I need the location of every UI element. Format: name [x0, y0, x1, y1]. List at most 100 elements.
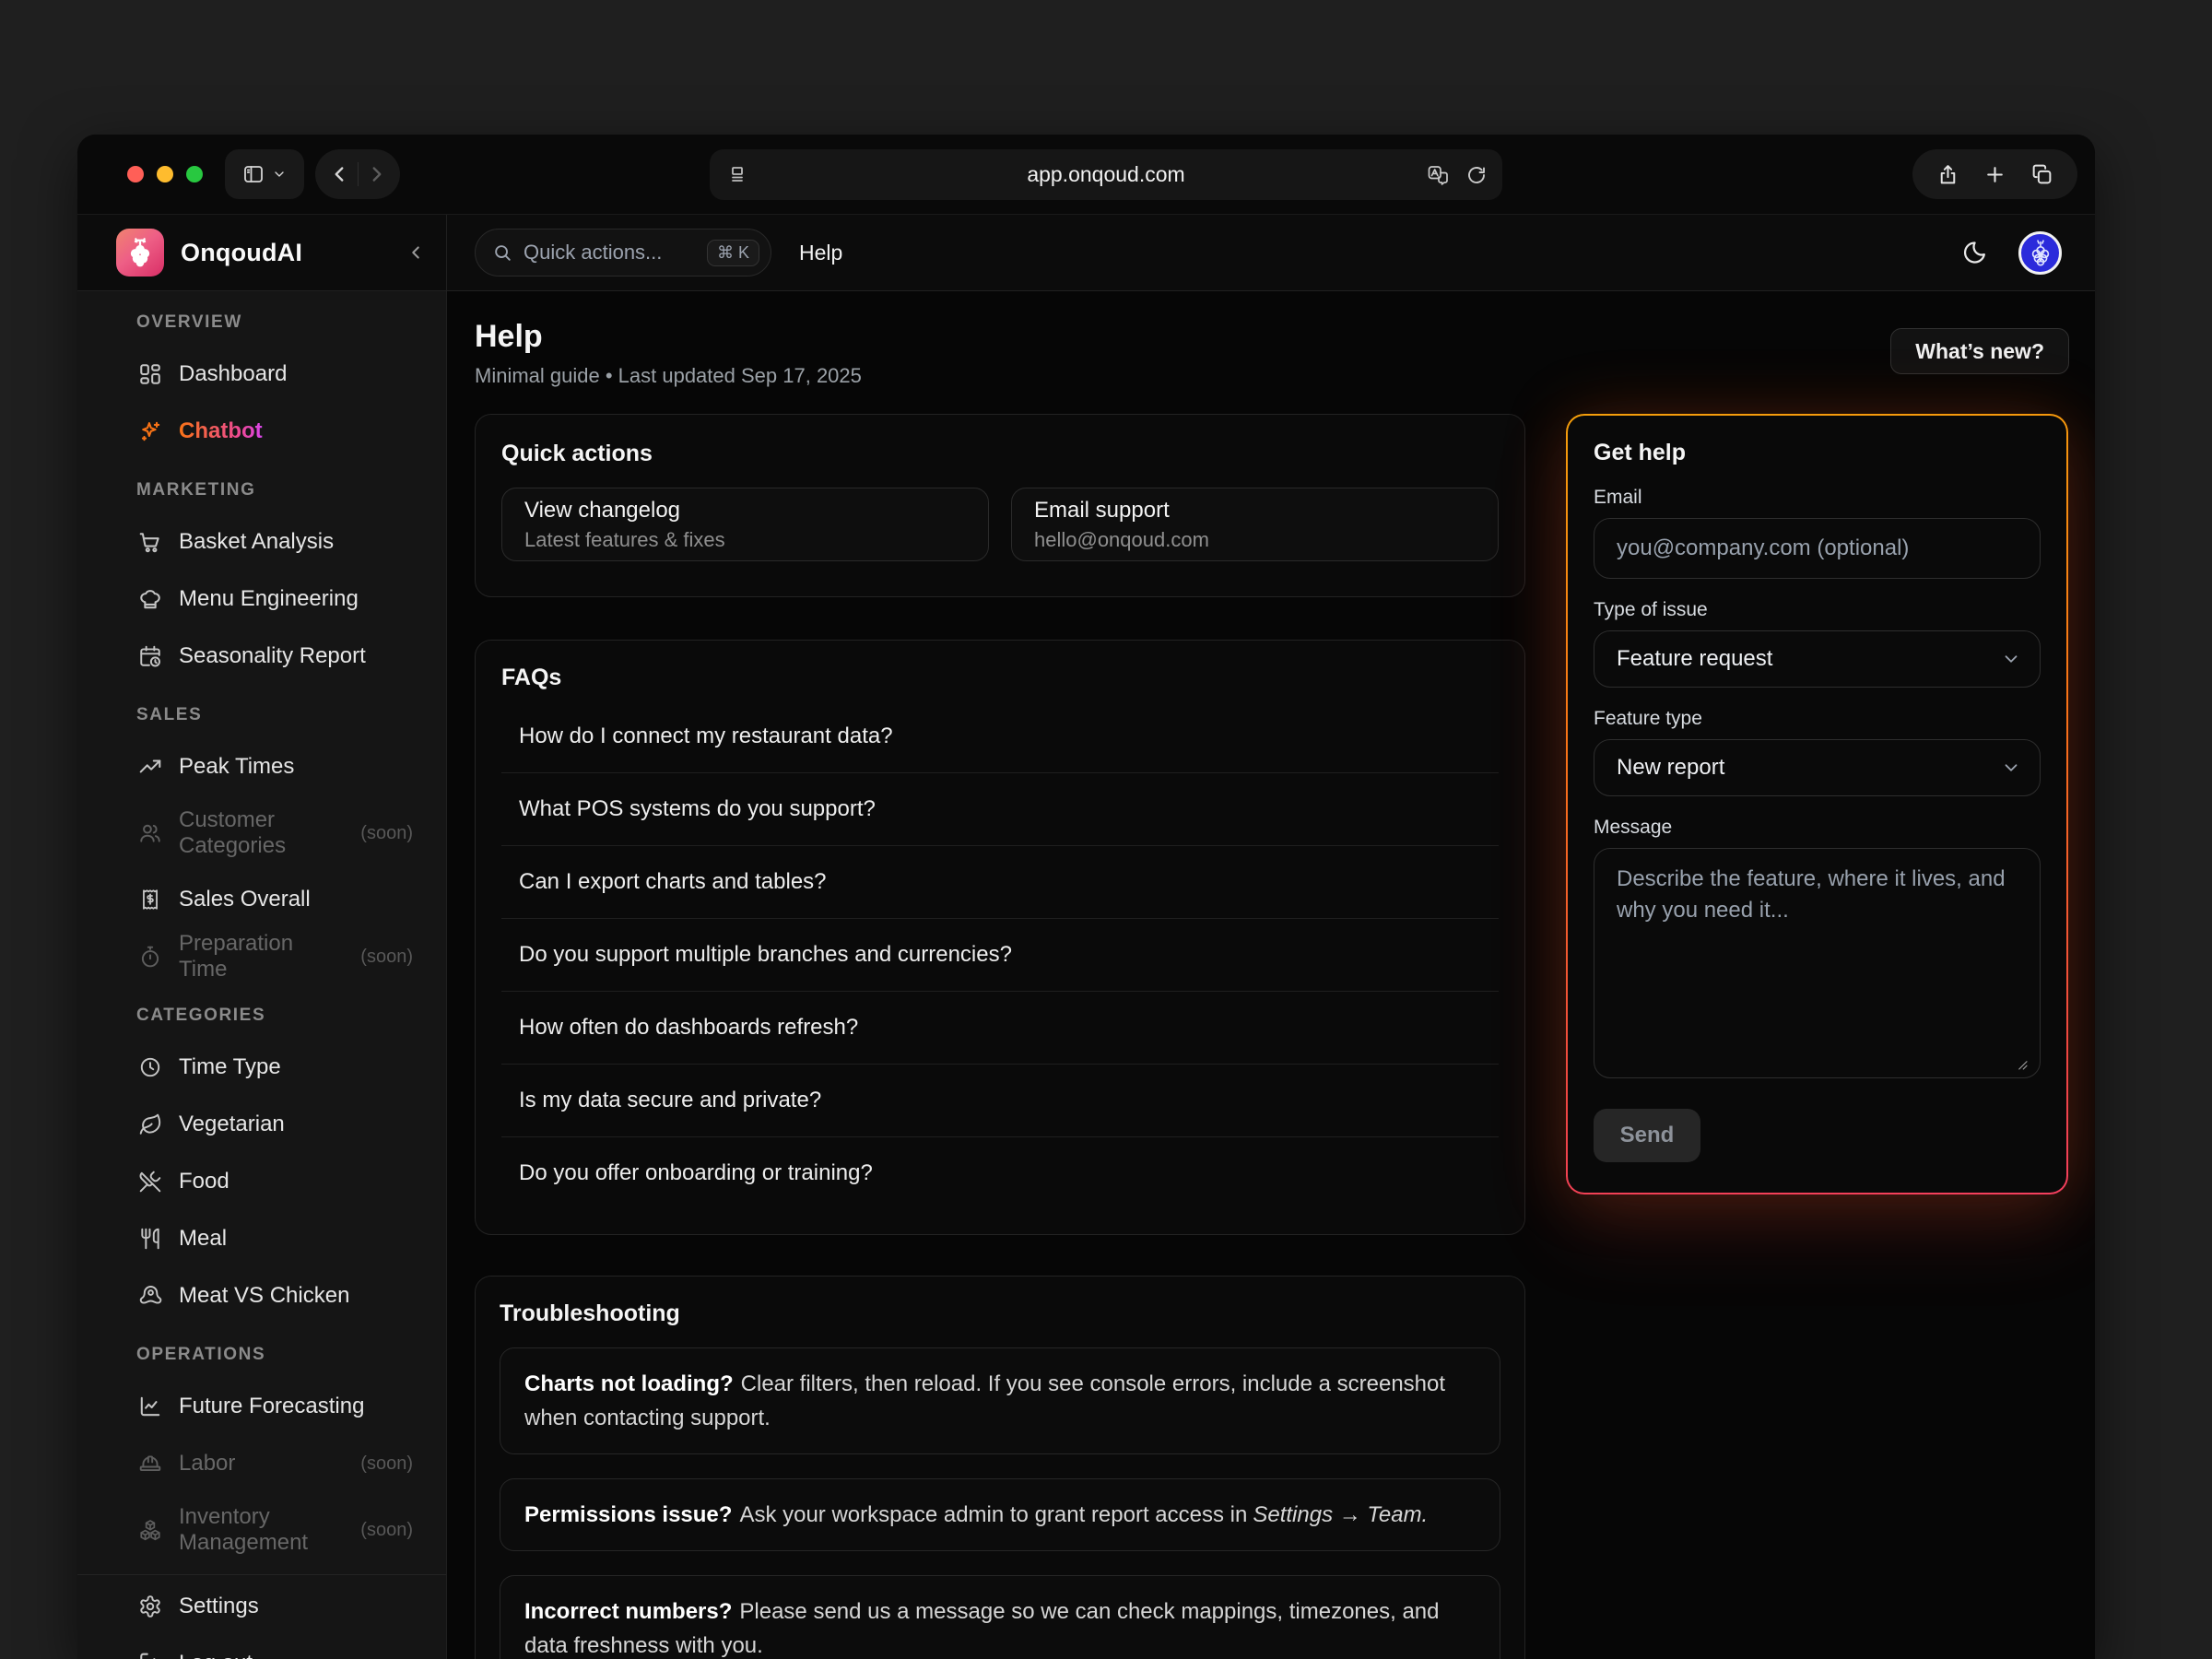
- line-chart-icon: [138, 1394, 162, 1418]
- sidebar-item-labor: Labor (soon): [77, 1438, 446, 1489]
- faq-item[interactable]: Do you support multiple branches and cur…: [501, 919, 1499, 992]
- sidebar-item-logout[interactable]: Log out: [77, 1638, 446, 1659]
- divider: [358, 162, 359, 186]
- faq-item[interactable]: How do I connect my restaurant data?: [501, 700, 1499, 773]
- back-button[interactable]: [327, 162, 351, 186]
- issue-type-select[interactable]: Feature request: [1594, 630, 2041, 688]
- history-nav-group: [315, 149, 400, 199]
- feature-type-label: Feature type: [1594, 708, 2041, 730]
- quick-actions-search[interactable]: Quick actions... ⌘ K: [475, 229, 771, 276]
- sidebar-item-meal[interactable]: Meal: [77, 1213, 446, 1265]
- sidebar-item-vegetarian[interactable]: Vegetarian: [77, 1099, 446, 1150]
- minimize-window-button[interactable]: [157, 166, 173, 182]
- tab-overview-icon[interactable]: [2030, 163, 2053, 186]
- get-help-title: Get help: [1594, 440, 2041, 466]
- window-actions-group: [1912, 149, 2077, 199]
- sidebar-toggle-button[interactable]: [225, 149, 304, 199]
- reload-icon[interactable]: [1465, 164, 1488, 186]
- sparkles-icon: [138, 419, 162, 443]
- faq-item[interactable]: How often do dashboards refresh?: [501, 992, 1499, 1065]
- message-field[interactable]: [1594, 848, 2041, 1078]
- sidebar-item-dashboard[interactable]: Dashboard: [77, 348, 446, 400]
- feature-type-select[interactable]: New report: [1594, 739, 2041, 796]
- clock-icon: [138, 1055, 162, 1079]
- trending-up-icon: [138, 755, 162, 779]
- dark-mode-toggle-icon[interactable]: [1961, 240, 1987, 265]
- sidebar-item-time-type[interactable]: Time Type: [77, 1041, 446, 1093]
- soon-badge: (soon): [360, 823, 413, 844]
- quick-actions-card: Quick actions View changelog Latest feat…: [475, 414, 1525, 597]
- desktop-background: app.onqoud.com OnqoudAI: [0, 0, 2212, 1659]
- sidebar-item-customer-categories: Customer Categories (soon): [77, 798, 446, 868]
- view-changelog-button[interactable]: View changelog Latest features & fixes: [501, 488, 989, 561]
- sidebar-item-future-forecasting[interactable]: Future Forecasting: [77, 1381, 446, 1432]
- receipt-icon: [138, 888, 162, 912]
- quick-actions-title: Quick actions: [501, 441, 1499, 467]
- dashboard-icon: [138, 362, 162, 386]
- logout-icon: [138, 1652, 162, 1659]
- tab-help[interactable]: Help: [799, 241, 842, 265]
- chevron-down-icon: [2001, 758, 2021, 778]
- gear-icon: [138, 1594, 162, 1618]
- soon-badge: (soon): [360, 947, 413, 968]
- sidebar-item-meat-vs-chicken[interactable]: Meat VS Chicken: [77, 1270, 446, 1322]
- share-icon[interactable]: [1936, 163, 1959, 186]
- email-support-button[interactable]: Email support hello@onqoud.com: [1011, 488, 1499, 561]
- sidebar-item-menu-engineering[interactable]: Menu Engineering: [77, 573, 446, 625]
- faq-item[interactable]: What POS systems do you support?: [501, 773, 1499, 846]
- forward-button[interactable]: [365, 162, 389, 186]
- faqs-title: FAQs: [501, 665, 1499, 691]
- faq-item[interactable]: Do you offer onboarding or training?: [501, 1137, 1499, 1209]
- translate-icon[interactable]: [1427, 164, 1449, 186]
- new-tab-icon[interactable]: [1983, 163, 2006, 186]
- address-bar[interactable]: app.onqoud.com: [710, 149, 1502, 200]
- reader-icon[interactable]: [726, 164, 748, 186]
- boxes-icon: [138, 1518, 162, 1542]
- sidebar-section-sales: SALES: [77, 697, 446, 734]
- faq-item[interactable]: Can I export charts and tables?: [501, 846, 1499, 919]
- sidebar-item-basket-analysis[interactable]: Basket Analysis: [77, 516, 446, 568]
- calendar-clock-icon: [138, 644, 162, 668]
- app-logo[interactable]: [116, 229, 164, 276]
- keyboard-shortcut-badge: ⌘ K: [707, 240, 759, 266]
- chef-hat-icon: [138, 587, 162, 611]
- sidebar: OVERVIEW Dashboard Chatbot MARKETING Bas…: [77, 291, 447, 1659]
- shopping-cart-icon: [138, 530, 162, 554]
- issue-type-label: Type of issue: [1594, 599, 2041, 621]
- utensils-crossed-icon: [138, 1170, 162, 1194]
- get-help-panel: Get help Email Type of issue Feature req…: [1566, 414, 2068, 1194]
- page-subtitle: Minimal guide • Last updated Sep 17, 202…: [475, 363, 862, 389]
- sidebar-item-preparation-time: Preparation Time (soon): [77, 931, 446, 982]
- sidebar-item-seasonality-report[interactable]: Seasonality Report: [77, 630, 446, 682]
- soon-badge: (soon): [360, 1520, 413, 1541]
- zoom-window-button[interactable]: [186, 166, 203, 182]
- browser-toolbar: app.onqoud.com: [77, 135, 2095, 214]
- app-name: OnqoudAI: [181, 239, 302, 267]
- panel-left-icon: [242, 163, 265, 185]
- faq-item[interactable]: Is my data secure and private?: [501, 1065, 1499, 1137]
- whats-new-button[interactable]: What’s new?: [1890, 328, 2069, 374]
- sidebar-item-food[interactable]: Food: [77, 1156, 446, 1207]
- send-button[interactable]: Send: [1594, 1109, 1700, 1162]
- email-field[interactable]: [1594, 518, 2041, 579]
- troubleshooting-item: Incorrect numbers?Please send us a messa…: [500, 1575, 1500, 1659]
- sidebar-section-operations: OPERATIONS: [77, 1336, 446, 1373]
- chevron-down-icon: [272, 167, 287, 182]
- steak-icon: [138, 1284, 162, 1308]
- url-text: app.onqoud.com: [710, 162, 1502, 187]
- message-label: Message: [1594, 817, 2041, 839]
- troubleshooting-item: Charts not loading?Clear filters, then r…: [500, 1347, 1500, 1454]
- browser-window: app.onqoud.com OnqoudAI: [77, 135, 2095, 1659]
- sidebar-item-chatbot[interactable]: Chatbot: [77, 406, 446, 457]
- sidebar-item-settings[interactable]: Settings: [77, 1581, 446, 1632]
- close-window-button[interactable]: [127, 166, 144, 182]
- timer-icon: [138, 945, 162, 969]
- collapse-sidebar-icon[interactable]: [406, 242, 426, 263]
- sidebar-item-inventory-management: Inventory Management (soon): [77, 1495, 446, 1565]
- search-icon: [492, 242, 512, 263]
- resize-handle-icon[interactable]: [2013, 1055, 2030, 1072]
- sidebar-item-sales-overall[interactable]: Sales Overall: [77, 874, 446, 925]
- sidebar-item-peak-times[interactable]: Peak Times: [77, 741, 446, 793]
- avatar[interactable]: [2018, 231, 2062, 275]
- leaf-icon: [138, 1112, 162, 1136]
